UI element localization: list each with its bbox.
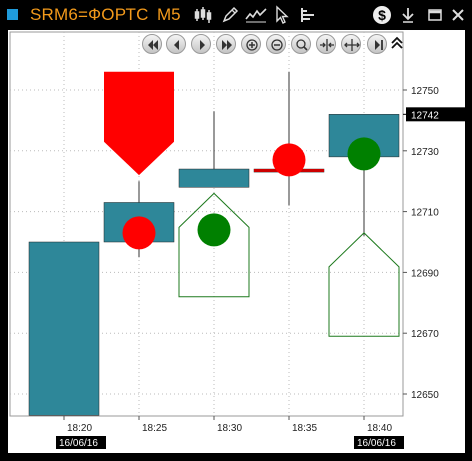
date-label: 16/06/16: [357, 438, 396, 449]
zoom-fit-icon[interactable]: [291, 34, 311, 54]
candle-body: [28, 241, 100, 416]
line-chart-icon[interactable]: [245, 5, 267, 25]
y-tick-label: 12750: [411, 86, 439, 97]
buy-signal-dot: [347, 137, 381, 171]
chart-window: SRM6=ФОРТС M5 $ 12750 12730 12710 12690 …: [0, 0, 472, 461]
expand-icon[interactable]: [341, 34, 361, 54]
zoom-out-icon[interactable]: [266, 34, 286, 54]
sell-signal-dot: [272, 143, 306, 177]
x-tick-label: 18:35: [292, 423, 317, 434]
y-tick-label: 12710: [411, 208, 439, 219]
pencil-icon[interactable]: [220, 5, 240, 25]
chart-area[interactable]: 12750 12730 12710 12690 12670 12650 18:20 18:25…: [8, 30, 466, 453]
scroll-right-icon[interactable]: [191, 34, 211, 54]
symbol-color-swatch: [7, 9, 18, 20]
collapse-toolbar-icon[interactable]: [390, 34, 404, 54]
close-icon[interactable]: [448, 5, 468, 25]
chart-canvas[interactable]: 12750 12730 12710 12690 12670 12650 18:20 18:25…: [8, 30, 466, 453]
indicators-icon[interactable]: [298, 5, 318, 25]
y-tick-label: 12730: [411, 147, 439, 158]
scroll-to-start-icon[interactable]: [142, 34, 162, 54]
timeframe-label[interactable]: M5: [157, 5, 181, 25]
sell-signal-dot: [122, 216, 156, 250]
compress-icon[interactable]: [316, 34, 336, 54]
scroll-left-icon[interactable]: [166, 34, 186, 54]
buy-signal-dot: [197, 213, 231, 247]
x-tick-label: 18:40: [367, 423, 392, 434]
candle-body: [178, 168, 250, 188]
cursor-icon[interactable]: [272, 5, 292, 25]
current-price-label: 12742: [411, 110, 439, 121]
scroll-to-end-icon[interactable]: [216, 34, 236, 54]
maximize-icon[interactable]: [425, 5, 445, 25]
x-tick-label: 18:30: [217, 423, 242, 434]
svg-text:$: $: [378, 7, 386, 23]
download-icon[interactable]: [398, 5, 418, 25]
x-tick-label: 18:25: [142, 423, 167, 434]
bar-chart-icon[interactable]: [193, 5, 213, 25]
dollar-icon[interactable]: $: [372, 5, 392, 25]
title-bar: SRM6=ФОРТС M5 $: [0, 0, 472, 30]
date-label: 16/06/16: [59, 438, 98, 449]
symbol-label[interactable]: SRM6=ФОРТС: [30, 5, 149, 25]
y-tick-label: 12690: [411, 268, 439, 279]
go-to-last-bar-icon[interactable]: [367, 34, 387, 54]
y-tick-label: 12650: [411, 390, 439, 401]
y-tick-label: 12670: [411, 329, 439, 340]
x-tick-label: 18:20: [67, 423, 92, 434]
zoom-in-icon[interactable]: [241, 34, 261, 54]
